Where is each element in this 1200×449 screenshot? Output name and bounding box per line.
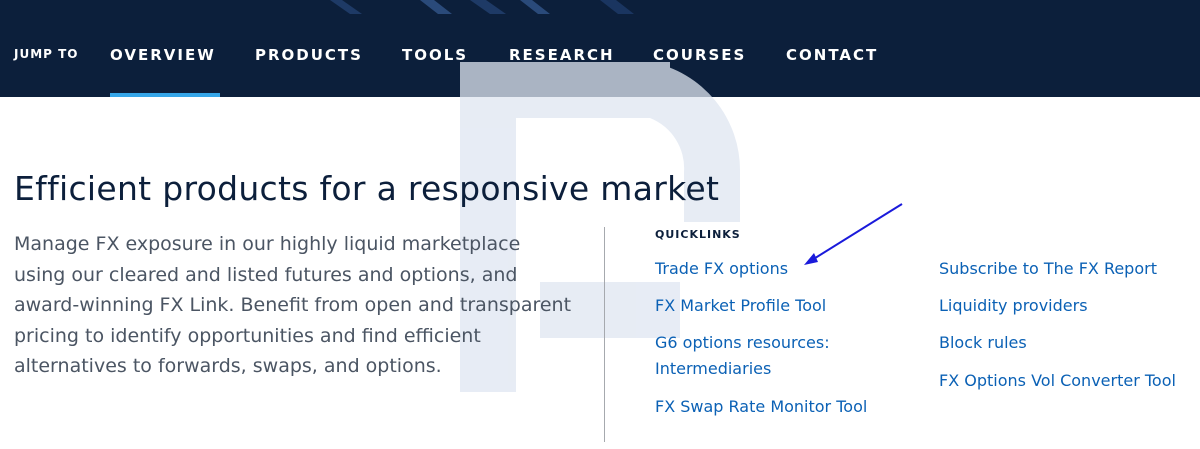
arrow-icon: [804, 203, 903, 265]
link-subscribe-fx-report[interactable]: Subscribe to The FX Report: [939, 256, 1157, 282]
active-tab-indicator: [110, 93, 220, 97]
nav-item-overview[interactable]: OVERVIEW: [110, 46, 216, 64]
nav-item-contact[interactable]: CONTACT: [786, 46, 878, 64]
link-fx-swap-rate-monitor-tool[interactable]: FX Swap Rate Monitor Tool: [655, 394, 867, 420]
link-g6-options-resources[interactable]: G6 options resources:: [655, 330, 830, 356]
nav-item-courses[interactable]: COURSES: [653, 46, 746, 64]
link-trade-fx-options[interactable]: Trade FX options: [655, 256, 788, 282]
nav-item-products[interactable]: PRODUCTS: [255, 46, 363, 64]
intro-paragraph: Manage FX exposure in our highly liquid …: [14, 233, 572, 377]
page-title: Efficient products for a responsive mark…: [14, 169, 720, 208]
link-block-rules[interactable]: Block rules: [939, 330, 1027, 356]
link-intermediaries[interactable]: Intermediaries: [655, 356, 771, 382]
link-liquidity-providers[interactable]: Liquidity providers: [939, 293, 1088, 319]
jump-to-label: JUMP TO: [14, 47, 79, 61]
nav-item-research[interactable]: RESEARCH: [509, 46, 615, 64]
quicklinks-heading: QUICKLINKS: [655, 228, 741, 241]
column-divider: [604, 227, 605, 442]
link-fx-market-profile-tool[interactable]: FX Market Profile Tool: [655, 293, 826, 319]
top-navigation: JUMP TO OVERVIEW PRODUCTS TOOLS RESEARCH…: [0, 0, 1200, 97]
link-fx-options-vol-converter-tool[interactable]: FX Options Vol Converter Tool: [939, 368, 1176, 394]
nav-item-tools[interactable]: TOOLS: [402, 46, 468, 64]
header-banner-art: [330, 0, 634, 14]
